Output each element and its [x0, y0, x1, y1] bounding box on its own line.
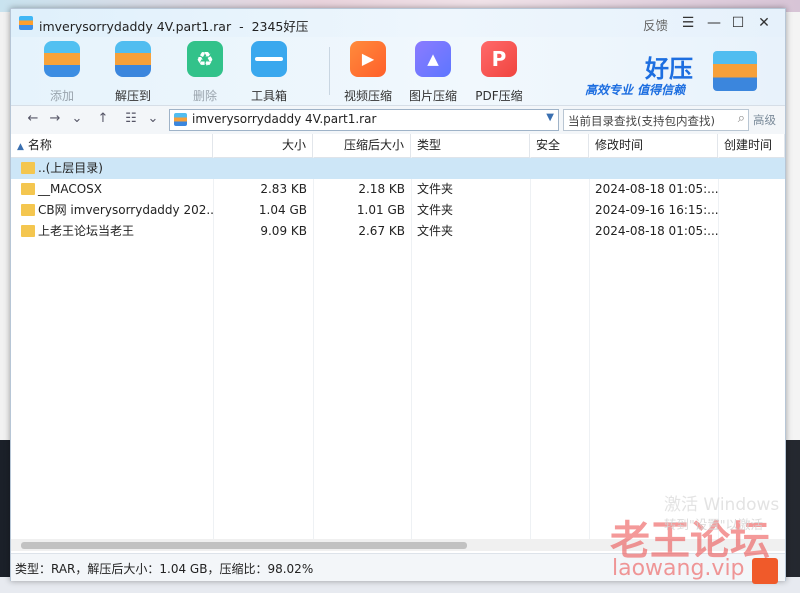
column-created[interactable]: 创建时间	[718, 134, 785, 157]
column-type[interactable]: 类型	[411, 134, 530, 157]
add-archive-icon	[44, 41, 80, 77]
search-input[interactable]: 当前目录查找(支持包内查找) ⌕	[563, 109, 749, 131]
window-title: imverysorrydaddy 4V.part1.rar - 2345好压	[39, 16, 308, 35]
type-cell: 文件夹	[417, 182, 454, 196]
toolbox-label: 工具箱	[250, 89, 287, 103]
file-name-cell: 上老王论坛当老王	[15, 221, 213, 242]
toolbox-icon	[251, 41, 287, 77]
modified-cell: 2024-09-16 16:15:...	[595, 203, 718, 217]
packed-size-cell: 2.18 KB	[358, 182, 405, 196]
add-label: 添加	[49, 89, 74, 103]
advanced-search-link[interactable]: 高级	[753, 112, 776, 128]
app-logo-icon	[19, 16, 33, 30]
menu-icon[interactable]: ☰	[677, 12, 699, 34]
path-text: imverysorrydaddy 4V.part1.rar	[192, 112, 377, 126]
modified-cell: 2024-08-18 01:05:...	[595, 182, 718, 196]
type-cell: 文件夹	[417, 224, 454, 238]
size-cell: 9.09 KB	[260, 224, 307, 238]
history-dropdown-icon[interactable]: ⌄	[69, 111, 85, 127]
image-compress-label: 图片压缩	[408, 89, 457, 103]
table-row[interactable]: CB网 imverysorrydaddy 202... 1.04 GB 1.01…	[11, 200, 785, 221]
folder-icon	[21, 224, 35, 237]
sort-up-icon: ▲	[17, 142, 24, 152]
title-separator: -	[239, 19, 244, 34]
title-bar[interactable]: imverysorrydaddy 4V.part1.rar - 2345好压 反…	[11, 9, 785, 37]
delete-button[interactable]: 删除	[174, 41, 236, 103]
folder-icon	[21, 182, 35, 195]
table-row[interactable]: ..(上层目录)	[11, 158, 785, 179]
column-security[interactable]: 安全	[530, 134, 589, 157]
brand-slogan: 高效专业 值得信赖	[585, 83, 686, 97]
up-arrow-icon[interactable]: ↑	[95, 111, 111, 127]
folder-icon	[21, 161, 35, 174]
minimize-icon[interactable]: —	[703, 12, 725, 34]
extract-icon	[115, 41, 151, 77]
table-row[interactable]: 上老王论坛当老王 9.09 KB 2.67 KB 文件夹 2024-08-18 …	[11, 221, 785, 242]
column-size[interactable]: 大小	[213, 134, 313, 157]
column-packed-size[interactable]: 压缩后大小	[313, 134, 411, 157]
scrollbar-thumb[interactable]	[21, 542, 467, 549]
search-icon[interactable]: ⌕	[738, 111, 745, 126]
brand-name: 好压	[645, 55, 693, 83]
status-text: 类型：RAR，解压后大小：1.04 GB，压缩比：98.02%	[15, 562, 314, 576]
brand-banner: 好压 高效专业 值得信赖	[585, 49, 775, 99]
image-compress-button[interactable]: 图片压缩	[402, 41, 464, 103]
desktop-background-left	[0, 12, 10, 442]
feedback-link[interactable]: 反馈	[643, 15, 668, 34]
forward-arrow-icon[interactable]: →	[47, 111, 63, 127]
toolbar-divider	[329, 47, 330, 95]
activate-windows-title: 激活 Windows	[664, 495, 780, 515]
type-cell: 文件夹	[417, 203, 454, 217]
extract-to-button[interactable]: 解压到	[102, 41, 164, 103]
extract-label: 解压到	[114, 89, 151, 103]
maximize-icon[interactable]: ☐	[727, 12, 749, 34]
video-compress-icon	[350, 41, 386, 77]
back-arrow-icon[interactable]: ←	[25, 111, 41, 127]
modified-cell: 2024-08-18 01:05:...	[595, 224, 718, 238]
video-compress-label: 视频压缩	[343, 89, 392, 103]
file-list: ▲ 名称 大小 压缩后大小 类型 安全 修改时间 创建时间 ..(上层目录) __…	[11, 134, 785, 539]
title-filename: imverysorrydaddy 4V.part1.rar	[39, 19, 232, 34]
watermark-logo-icon	[752, 558, 778, 584]
file-name-cell: CB网 imverysorrydaddy 202...	[15, 200, 213, 221]
view-dropdown-icon[interactable]: ⌄	[145, 111, 161, 127]
column-header-row: ▲ 名称 大小 压缩后大小 类型 安全 修改时间 创建时间	[11, 134, 785, 158]
toolbox-button[interactable]: 工具箱	[238, 41, 300, 103]
add-button[interactable]: 添加	[31, 41, 93, 103]
path-dropdown-icon[interactable]: ▼	[546, 112, 554, 123]
search-placeholder: 当前目录查找(支持包内查找)	[568, 114, 715, 128]
packed-size-cell: 2.67 KB	[358, 224, 405, 238]
pdf-compress-icon	[481, 41, 517, 77]
packed-size-cell: 1.01 GB	[356, 203, 405, 217]
file-name-cell: __MACOSX	[15, 179, 213, 200]
archive-icon	[174, 113, 187, 126]
main-toolbar: 添加 解压到 删除 工具箱 视频压缩 图片压缩 PDF压缩 好压 高效	[11, 37, 785, 105]
title-app-name: 2345好压	[251, 19, 309, 34]
delete-label: 删除	[192, 89, 217, 103]
view-mode-icon[interactable]: ☷	[123, 111, 139, 127]
table-row[interactable]: __MACOSX 2.83 KB 2.18 KB 文件夹 2024-08-18 …	[11, 179, 785, 200]
address-bar: ← → ⌄ ↑ ☷ ⌄ imverysorrydaddy 4V.part1.ra…	[11, 105, 785, 135]
close-icon[interactable]: ✕	[753, 12, 775, 34]
pdf-compress-button[interactable]: PDF压缩	[468, 41, 530, 103]
path-field[interactable]: imverysorrydaddy 4V.part1.rar ▼	[169, 109, 559, 131]
size-cell: 2.83 KB	[260, 182, 307, 196]
folder-icon	[21, 203, 35, 216]
video-compress-button[interactable]: 视频压缩	[337, 41, 399, 103]
brand-logo-icon	[713, 51, 757, 91]
pdf-compress-label: PDF压缩	[475, 89, 523, 103]
column-name[interactable]: ▲ 名称	[11, 134, 213, 157]
size-cell: 1.04 GB	[258, 203, 307, 217]
url-watermark: laowang.vip	[612, 556, 745, 581]
column-modified[interactable]: 修改时间	[589, 134, 718, 157]
activate-windows-subtitle: 转到"设置"以激活	[664, 517, 763, 532]
recycle-icon	[187, 41, 223, 77]
image-compress-icon	[415, 41, 451, 77]
file-name-cell: ..(上层目录)	[15, 158, 213, 179]
